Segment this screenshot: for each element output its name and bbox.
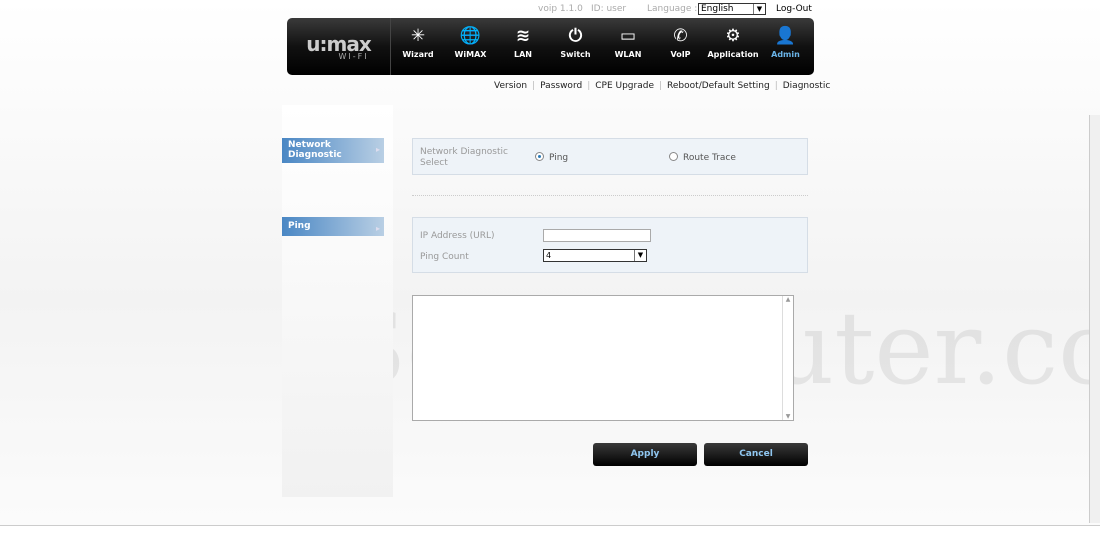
wimax-icon: 🌐	[459, 26, 482, 46]
nav-label: Application	[707, 50, 759, 59]
subnav-password[interactable]: Password	[540, 81, 582, 91]
lan-icon: ≋	[515, 26, 531, 46]
chevron-down-icon: ▼	[753, 4, 765, 14]
ping-settings-panel: IP Address (URL) Ping Count	[412, 217, 808, 273]
divider	[412, 195, 808, 196]
user-id: ID: user	[591, 4, 627, 14]
ping-count-value: 4	[546, 251, 552, 260]
nav-label: WLAN	[614, 50, 642, 59]
main-nav: u:max WI-FI ✳ Wizard 🌐 WiMAX ≋ LAN ⏻ Switch ▭ WLAN…	[287, 18, 814, 75]
radio-ping-label: Ping	[549, 153, 569, 163]
nav-lan[interactable]: ≋ LAN	[497, 18, 549, 75]
separator: |	[774, 81, 778, 91]
footer	[0, 525, 1100, 553]
subnav-diagnostic[interactable]: Diagnostic	[783, 81, 831, 91]
switch-icon: ⏻	[568, 26, 583, 46]
subnav-version[interactable]: Version	[494, 81, 527, 91]
separator: |	[659, 81, 663, 91]
nav-wimax[interactable]: 🌐 WiMAX	[445, 18, 497, 75]
nav-voip[interactable]: ✆ VoIP	[655, 18, 707, 75]
logo: u:max WI-FI	[287, 18, 391, 75]
nav-label: Switch	[560, 50, 591, 59]
application-icon: ⚙	[725, 26, 741, 46]
nav-label: WiMAX	[454, 50, 487, 59]
radio-ping[interactable]: Ping	[535, 152, 568, 163]
separator: |	[587, 81, 591, 91]
ping-count-select[interactable]: 4 ▼	[543, 249, 647, 262]
page-scrollbar[interactable]	[1089, 115, 1100, 523]
radio-route-trace[interactable]: Route Trace	[669, 152, 736, 163]
chevron-down-icon: ▼	[634, 250, 646, 261]
radio-route-trace-label: Route Trace	[683, 153, 736, 163]
ping-count-label: Ping Count	[420, 252, 469, 262]
radio-unchecked-icon	[669, 152, 678, 161]
diagnostic-output[interactable]: ▲ ▼	[412, 295, 794, 421]
diagnostic-select-label: Network Diagnostic Select	[420, 147, 508, 168]
voip-icon: ✆	[673, 26, 688, 46]
apply-button[interactable]: Apply	[593, 443, 697, 466]
sub-nav: Version | Password | CPE Upgrade | Reboot/Defa…	[494, 81, 830, 91]
language-label: Language :	[647, 4, 698, 14]
separator: |	[532, 81, 536, 91]
nav-switch[interactable]: ⏻ Switch	[550, 18, 602, 75]
wizard-icon: ✳	[410, 26, 426, 46]
language-value: English	[701, 4, 734, 14]
cancel-button[interactable]: Cancel	[704, 443, 808, 466]
ip-address-label: IP Address (URL)	[420, 231, 495, 241]
sidebar: Network Diagnostic Ping	[282, 105, 393, 497]
nav-label: Wizard	[402, 50, 434, 59]
sidebar-item-ping[interactable]: Ping	[282, 217, 384, 236]
wlan-icon: ▭	[619, 26, 637, 46]
nav-wizard[interactable]: ✳ Wizard	[392, 18, 444, 75]
nav-admin[interactable]: 👤 Admin	[760, 18, 812, 75]
nav-label: VoIP	[670, 50, 691, 59]
subnav-cpe-upgrade[interactable]: CPE Upgrade	[595, 81, 654, 91]
output-scrollbar[interactable]: ▲ ▼	[782, 296, 793, 420]
ip-address-input[interactable]	[543, 229, 651, 242]
diagnostic-select-panel: Network Diagnostic Select Ping Route Tra…	[412, 138, 808, 175]
sidebar-item-network-diagnostic[interactable]: Network Diagnostic	[282, 138, 384, 163]
nav-wlan[interactable]: ▭ WLAN	[602, 18, 654, 75]
radio-checked-icon	[535, 152, 544, 161]
nav-application[interactable]: ⚙ Application	[707, 18, 759, 75]
nav-label: LAN	[514, 50, 532, 59]
language-select[interactable]: English ▼	[698, 3, 766, 15]
subnav-reboot-default-setting[interactable]: Reboot/Default Setting	[667, 81, 770, 91]
logout-link[interactable]: Log-Out	[776, 4, 812, 14]
nav-label: Admin	[771, 50, 800, 59]
firmware-version: voip 1.1.0	[538, 4, 583, 14]
admin-icon: 👤	[774, 26, 797, 46]
